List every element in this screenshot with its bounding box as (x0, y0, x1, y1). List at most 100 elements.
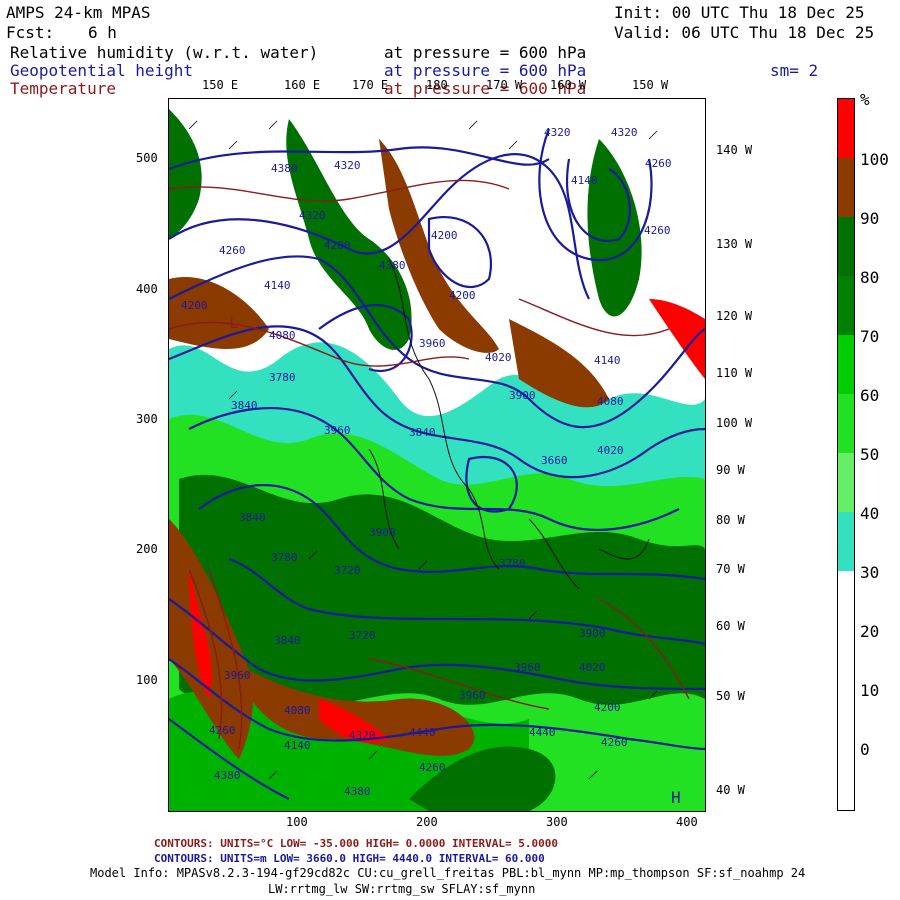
lon-label-top: 170 W (486, 78, 523, 92)
lon-label-right: 60 W (716, 619, 745, 633)
colorbar-label: 80 (860, 268, 880, 287)
lon-label-right: 100 W (716, 416, 753, 430)
x-tick-label: 200 (416, 815, 438, 829)
weather-map (169, 99, 705, 811)
contour-label: 4260 (219, 244, 246, 257)
colorbar-segment (838, 217, 854, 276)
model-title: AMPS 24-km MPAS (6, 3, 151, 22)
contour-label: 3960 (224, 669, 251, 682)
lon-label-top: 160 E (284, 78, 321, 92)
x-tick-label: 100 (286, 815, 308, 829)
colorbar-label: 100 (860, 150, 889, 169)
lon-label-right: 80 W (716, 513, 745, 527)
field-rh-level: at pressure = 600 hPa (384, 43, 587, 62)
colorbar-unit: % (860, 90, 870, 109)
lon-label-top: 180 (426, 78, 448, 92)
colorbar-segment (838, 512, 854, 571)
colorbar (837, 98, 855, 811)
contour-label: 3900 (579, 627, 606, 640)
colorbar-segment (838, 453, 854, 512)
contour-label: 3900 (369, 526, 396, 539)
contour-label: 3840 (239, 511, 266, 524)
smoothing-label: sm= 2 (770, 61, 819, 80)
colorbar-segment (838, 158, 854, 217)
contour-label: 4080 (269, 329, 296, 342)
colorbar-segment (838, 394, 854, 453)
contour-label: 4320 (349, 729, 376, 742)
temp-contour-info: CONTOURS: UNITS=°C LOW= -35.000 HIGH= 0.… (154, 837, 558, 850)
contour-label: 4260 (419, 761, 446, 774)
contour-label: 3840 (409, 426, 436, 439)
colorbar-label: 10 (860, 681, 880, 700)
contour-label: 3960 (459, 689, 486, 702)
contour-label: 3780 (499, 557, 526, 570)
lon-label-top: 170 E (352, 78, 389, 92)
contour-label: 4320 (334, 159, 361, 172)
contour-label: 3960 (514, 661, 541, 674)
contour-label: 4020 (597, 444, 624, 457)
contour-label: 4140 (594, 354, 621, 367)
lon-label-right: 90 W (716, 463, 745, 477)
colorbar-label: 40 (860, 504, 880, 523)
x-tick-label: 300 (546, 815, 568, 829)
contour-label: 4200 (449, 289, 476, 302)
lon-label-right: 130 W (716, 237, 753, 251)
contour-label: 4440 (409, 726, 436, 739)
contour-label: 4260 (209, 724, 236, 737)
field-temp-name: Temperature (10, 79, 116, 98)
contour-label: 3780 (271, 551, 298, 564)
colorbar-segment (838, 99, 854, 158)
contour-label: 3660 (541, 454, 568, 467)
lon-label-top: 160 W (550, 78, 587, 92)
lon-label-right: 140 W (716, 143, 753, 157)
contour-label: 4380 (379, 259, 406, 272)
map-panel: 4320 4320 4260 4320 4380 4320 4140 4200 … (168, 98, 706, 812)
contour-label: 4260 (601, 736, 628, 749)
contour-label: 4140 (571, 174, 598, 187)
contour-label: 4020 (579, 661, 606, 674)
contour-label: 3840 (231, 399, 258, 412)
colorbar-label: 70 (860, 327, 880, 346)
colorbar-segment (838, 335, 854, 394)
contour-label: 4260 (645, 157, 672, 170)
contour-label: 4020 (485, 351, 512, 364)
field-height-name: Geopotential height (10, 61, 194, 80)
contour-label: 4200 (431, 229, 458, 242)
contour-label: 4380 (271, 162, 298, 175)
contour-label: 3900 (509, 389, 536, 402)
model-info-line2: LW:rrtmg_lw SW:rrtmg_sw SFLAY:sf_mynn (268, 882, 536, 896)
contour-label: 4080 (597, 395, 624, 408)
lon-label-right: 40 W (716, 783, 745, 797)
contour-label: 3720 (349, 629, 376, 642)
init-time: Init: 00 UTC Thu 18 Dec 25 (614, 3, 865, 22)
height-contour-info: CONTOURS: UNITS=m LOW= 3660.0 HIGH= 4440… (154, 852, 545, 865)
contour-label: 4200 (324, 239, 351, 252)
contour-label: 3720 (334, 564, 361, 577)
model-info: Model Info: MPASv8.2.3-194-gf29cd82c CU:… (90, 866, 806, 880)
lon-label-right: 120 W (716, 309, 753, 323)
contour-label: 4080 (284, 704, 311, 717)
lon-label-right: 110 W (716, 366, 753, 380)
contour-label: 4320 (611, 126, 638, 139)
contour-label: 4140 (264, 279, 291, 292)
x-tick-label: 400 (676, 815, 698, 829)
contour-label: 4140 (284, 739, 311, 752)
y-tick-label: 200 (136, 542, 158, 556)
contour-label: 4380 (344, 785, 371, 798)
contour-label: 3780 (269, 371, 296, 384)
colorbar-label: 50 (860, 445, 880, 464)
y-tick-label: 100 (136, 673, 158, 687)
contour-label: 4260 (644, 224, 671, 237)
contour-label: 4320 (299, 209, 326, 222)
colorbar-label: 60 (860, 386, 880, 405)
colorbar-label: 0 (860, 740, 870, 759)
low-marker: L (229, 313, 239, 332)
y-tick-label: 400 (136, 282, 158, 296)
colorbar-segment (838, 276, 854, 335)
lon-label-top: 150 E (202, 78, 239, 92)
high-marker: H (671, 788, 681, 807)
contour-label: 4440 (529, 726, 556, 739)
contour-label: 3960 (324, 424, 351, 437)
colorbar-label: 30 (860, 563, 880, 582)
y-tick-label: 500 (136, 151, 158, 165)
